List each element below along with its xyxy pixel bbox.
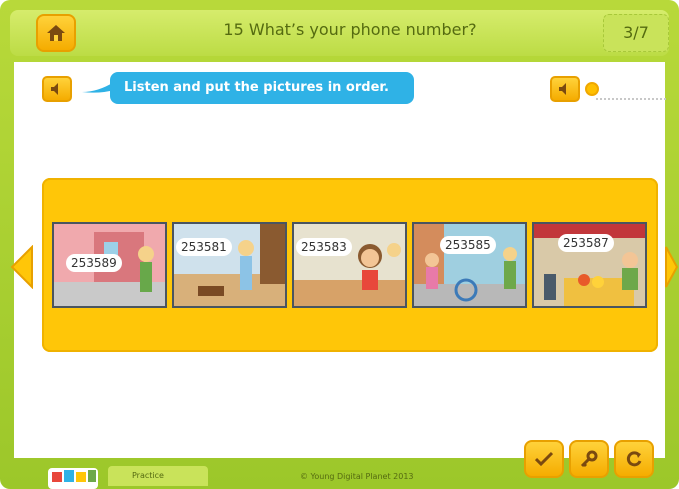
picture-card[interactable]: 253581 (172, 222, 287, 308)
app-logo-icon (48, 468, 98, 489)
scene-room-icon (174, 224, 285, 306)
instruction-bubble: Listen and put the pictures in order. (110, 72, 414, 104)
reset-button[interactable] (614, 440, 654, 478)
scene-kitchen-icon (294, 224, 405, 306)
left-arrow-icon[interactable] (10, 245, 34, 289)
phone-number-bubble: 253587 (558, 234, 614, 252)
reset-icon (626, 451, 642, 467)
phone-number-bubble: 253585 (440, 236, 496, 254)
volume-slider-track[interactable] (596, 98, 666, 104)
check-button[interactable] (524, 440, 564, 478)
phone-number-bubble: 253589 (66, 254, 122, 272)
instruction-speaker-button[interactable] (42, 76, 72, 102)
home-icon (47, 25, 65, 41)
speaker-icon (559, 83, 566, 95)
check-icon (535, 451, 553, 467)
picture-card[interactable]: 253583 (292, 222, 407, 308)
page-title: 15 What’s your phone number? (223, 20, 477, 39)
picture-card[interactable]: 253589 (52, 222, 167, 308)
speaker-icon (51, 83, 58, 95)
volume-speaker-button[interactable] (550, 76, 580, 102)
phone-number-bubble: 253581 (176, 238, 232, 256)
page-counter: 3/7 (603, 14, 669, 52)
tab-practice[interactable]: Practice (108, 466, 208, 486)
right-arrow-icon[interactable] (664, 245, 678, 289)
phone-number-bubble: 253583 (296, 238, 352, 256)
volume-slider-knob[interactable] (585, 82, 599, 96)
copyright-text: © Young Digital Planet 2013 (300, 472, 414, 481)
picture-row: 253589 253581 253583 253585 253587 (52, 222, 648, 310)
picture-card[interactable]: 253587 (532, 222, 647, 308)
home-button[interactable] (36, 14, 76, 52)
key-button[interactable] (569, 440, 609, 478)
key-icon (580, 450, 598, 468)
picture-card[interactable]: 253585 (412, 222, 527, 308)
